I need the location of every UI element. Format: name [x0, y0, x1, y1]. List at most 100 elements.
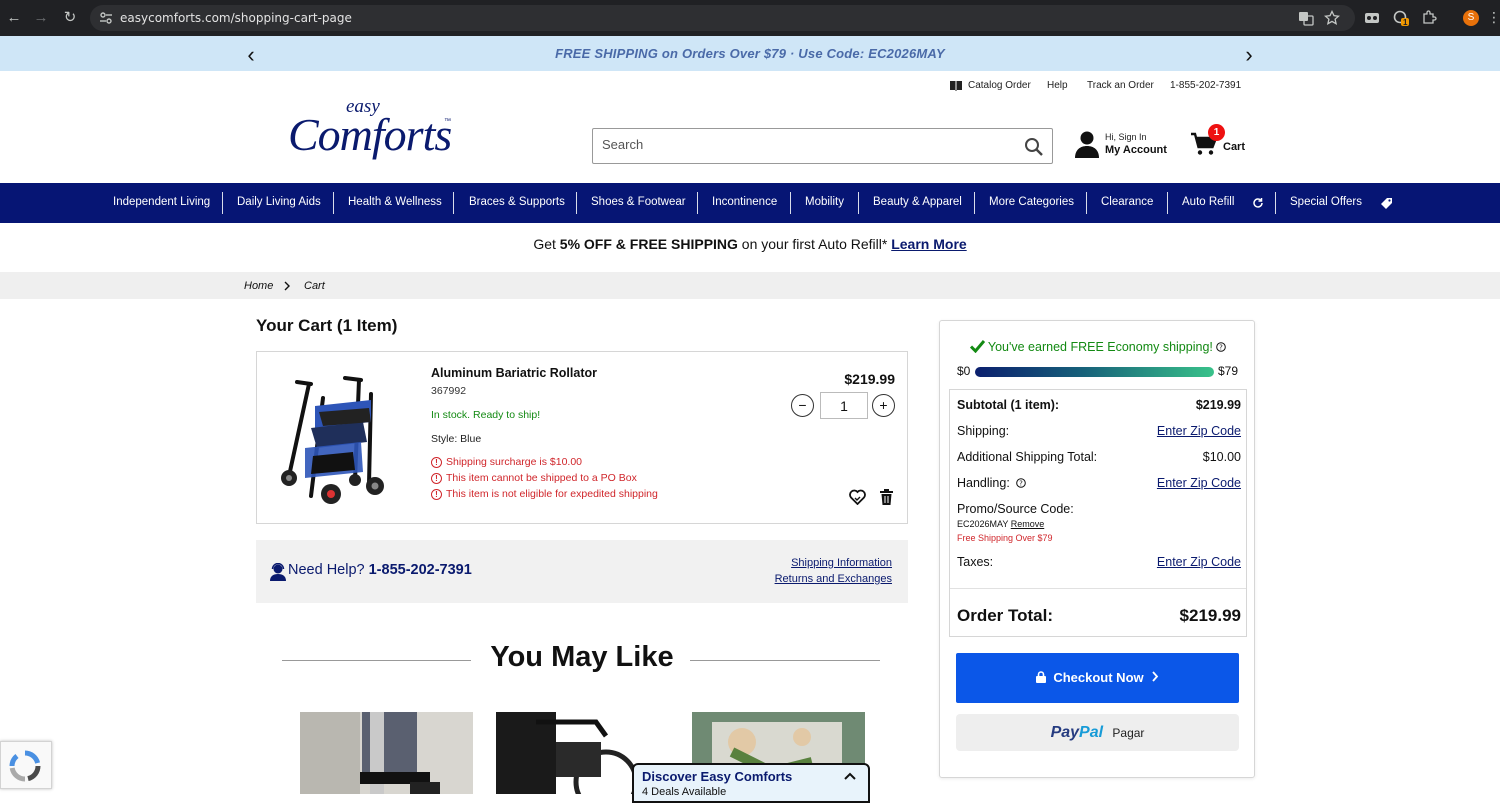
help-box: Need Help? 1-855-202-7391 Shipping Infor… [256, 540, 908, 603]
quantity-input[interactable]: 1 [820, 392, 868, 419]
returns-exchanges-link[interactable]: Returns and Exchanges [775, 573, 892, 585]
help-link[interactable]: Help [1047, 80, 1068, 91]
track-order-link[interactable]: Track an Order [1087, 80, 1154, 91]
taxes-row: Taxes: Enter Zip Code [957, 555, 1241, 569]
item-stock-status: In stock. Ready to ship! [431, 409, 541, 421]
chevron-right-icon [1152, 671, 1159, 682]
nav-braces-supports[interactable]: Braces & Supports [469, 196, 565, 208]
product-image-rollator[interactable] [275, 368, 393, 506]
nav-special-offers[interactable]: Special Offers [1290, 196, 1362, 208]
promo-remove-link[interactable]: Remove [1011, 519, 1045, 529]
auto-refill-banner: Get 5% OFF & FREE SHIPPING on your first… [0, 236, 1500, 252]
nav-auto-refill[interactable]: Auto Refill [1182, 196, 1234, 208]
item-price: $219.99 [844, 371, 895, 387]
shipping-enter-zip-link[interactable]: Enter Zip Code [1157, 424, 1241, 438]
nav-divider [858, 192, 859, 214]
subtotal-label: Subtotal (1 item): [957, 398, 1060, 412]
cart-count-badge: 1 [1208, 124, 1225, 141]
nav-incontinence[interactable]: Incontinence [712, 196, 777, 208]
chevron-right-icon [284, 281, 290, 291]
paypal-button[interactable]: PayPal Pagar [956, 714, 1239, 751]
help-circle-icon[interactable]: ? [1016, 478, 1027, 488]
nav-clearance[interactable]: Clearance [1101, 196, 1153, 208]
tag-icon [1381, 198, 1392, 209]
search-icon[interactable] [1024, 137, 1044, 157]
nav-divider [576, 192, 577, 214]
browser-toolbar: ← → ↻ easycomforts.com/shopping-cart-pag… [0, 0, 1500, 36]
quantity-increase-button[interactable]: + [872, 394, 895, 417]
nav-divider [1086, 192, 1087, 214]
summary-totals: Subtotal (1 item): $219.99 Shipping: Ent… [949, 389, 1247, 637]
warning-text: Shipping surcharge is $10.00 [446, 456, 583, 468]
nav-mobility[interactable]: Mobility [805, 196, 844, 208]
translate-icon[interactable] [1298, 10, 1314, 26]
nav-independent-living[interactable]: Independent Living [113, 196, 210, 208]
back-icon[interactable]: ← [5, 9, 23, 27]
auto-refill-prefix: Get [533, 236, 560, 252]
handling-label: Handling: [957, 476, 1010, 490]
address-bar[interactable]: easycomforts.com/shopping-cart-page [90, 5, 1355, 31]
promo-code-note: Free Shipping Over $79 [957, 533, 1053, 543]
subtotal-value: $219.99 [1195, 398, 1241, 412]
discover-subtitle: 4 Deals Available [642, 786, 727, 798]
nav-daily-living-aids[interactable]: Daily Living Aids [237, 196, 321, 208]
item-name[interactable]: Aluminum Bariatric Rollator [431, 366, 597, 380]
search-box [592, 128, 1053, 164]
quantity-decrease-button[interactable]: − [791, 394, 814, 417]
save-for-later-heart-icon[interactable] [849, 489, 866, 505]
discover-deals-popup[interactable]: Discover Easy Comforts 4 Deals Available [632, 763, 870, 803]
breadcrumb-current: Cart [304, 280, 325, 292]
catalog-order-link[interactable]: Catalog Order [968, 80, 1031, 91]
nav-divider [333, 192, 334, 214]
nav-divider [453, 192, 454, 214]
nav-more-categories[interactable]: More Categories [989, 196, 1074, 208]
url-text: easycomforts.com/shopping-cart-page [120, 11, 352, 25]
handling-row: Handling: ? Enter Zip Code [957, 476, 1241, 490]
site-info-icon[interactable] [99, 11, 113, 25]
bookmark-star-icon[interactable] [1324, 10, 1340, 26]
auto-refill-offer: 5% OFF & FREE SHIPPING [559, 236, 738, 252]
puzzle-icon[interactable] [1421, 10, 1437, 26]
recaptcha-badge[interactable] [0, 741, 52, 789]
help-phone[interactable]: 1-855-202-7391 [369, 562, 472, 578]
nav-health-wellness[interactable]: Health & Wellness [348, 196, 442, 208]
promo-code-value: EC2026MAY [957, 519, 1009, 529]
nav-divider [974, 192, 975, 214]
summary-divider [950, 588, 1246, 589]
user-icon [1075, 131, 1099, 158]
help-circle-icon[interactable]: ? [1216, 342, 1227, 352]
subtotal-row: Subtotal (1 item): $219.99 [957, 398, 1241, 412]
trash-icon[interactable] [880, 489, 893, 505]
need-help-text: Need Help? 1-855-202-7391 [288, 562, 472, 578]
menu-dots-icon[interactable]: ⋮ [1487, 9, 1500, 26]
discover-title: Discover Easy Comforts [642, 769, 793, 784]
breadcrumb-home[interactable]: Home [244, 280, 273, 292]
extension-icon[interactable] [1364, 10, 1380, 26]
promo-text: FREE SHIPPING on Orders Over $79 · Use C… [555, 46, 945, 61]
shipping-information-link[interactable]: Shipping Information [791, 557, 892, 569]
recaptcha-icon [9, 750, 41, 782]
taxes-enter-zip-link[interactable]: Enter Zip Code [1157, 555, 1241, 569]
learn-more-link[interactable]: Learn More [891, 236, 966, 252]
promo-next-arrow-icon[interactable]: › [1239, 42, 1259, 68]
reload-icon[interactable]: ↻ [61, 9, 79, 27]
chevron-up-icon[interactable] [844, 772, 856, 780]
alert-circle-icon: ! [431, 489, 442, 500]
main-nav: Independent Living Daily Living Aids Hea… [0, 183, 1500, 223]
checkout-now-button[interactable]: Checkout Now [956, 653, 1239, 703]
search-input[interactable] [602, 137, 1002, 152]
cart-link[interactable]: 1 Cart [1190, 124, 1250, 160]
phone-link[interactable]: 1-855-202-7391 [1170, 80, 1241, 91]
shipping-row: Shipping: Enter Zip Code [957, 424, 1241, 438]
forward-icon[interactable]: → [32, 9, 50, 27]
logo-big-text: Comforts [288, 109, 452, 160]
warning-text: This item cannot be shipped to a PO Box [446, 472, 637, 484]
nav-beauty-apparel[interactable]: Beauty & Apparel [873, 196, 962, 208]
site-logo[interactable]: easy Comforts ™ [288, 96, 458, 160]
recommended-product-image[interactable] [300, 712, 473, 794]
taxes-label: Taxes: [957, 555, 994, 569]
account-link[interactable]: Hi, Sign In My Account [1074, 128, 1174, 160]
nav-shoes-footwear[interactable]: Shoes & Footwear [591, 196, 686, 208]
handling-enter-zip-link[interactable]: Enter Zip Code [1157, 476, 1241, 490]
profile-avatar[interactable]: S [1463, 10, 1479, 26]
